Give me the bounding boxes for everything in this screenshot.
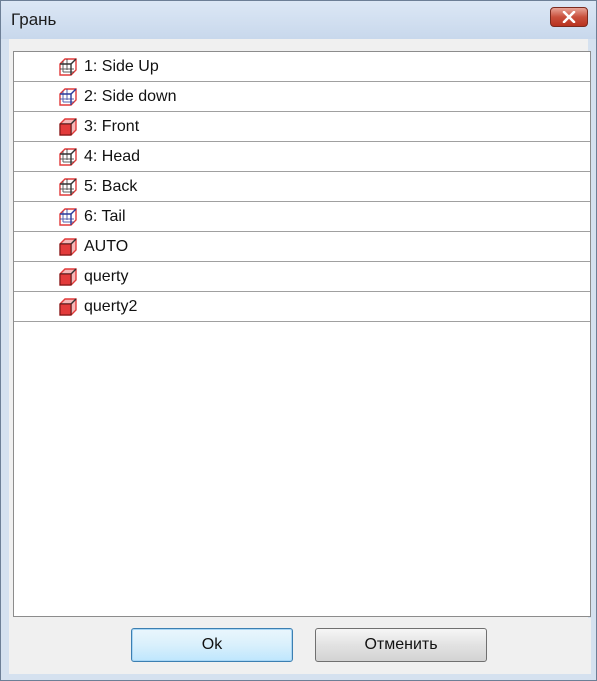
- list-item[interactable]: 2: Side down: [14, 82, 590, 112]
- cube-head-icon: [58, 147, 78, 167]
- cancel-button[interactable]: Отменить: [315, 628, 487, 662]
- list-item-label: 6: Tail: [84, 207, 126, 225]
- close-icon: [562, 11, 576, 23]
- cube-auto-icon: [58, 297, 78, 317]
- cube-front-icon: [58, 117, 78, 137]
- list-item[interactable]: 5: Back: [14, 172, 590, 202]
- list-item[interactable]: 4: Head: [14, 142, 590, 172]
- list-item[interactable]: 6: Tail: [14, 202, 590, 232]
- list-item-label: AUTO: [84, 237, 129, 255]
- list-item[interactable]: querty: [14, 262, 590, 292]
- cube-auto-icon: [58, 237, 78, 257]
- cube-auto-icon: [58, 267, 78, 287]
- cube-side-up-icon: [58, 57, 78, 77]
- list-item-label: 2: Side down: [84, 87, 177, 105]
- cube-side-down-icon: [58, 87, 78, 107]
- title-bar[interactable]: Грань: [1, 1, 596, 39]
- close-button[interactable]: [550, 7, 588, 27]
- list-item[interactable]: 1: Side Up: [14, 52, 590, 82]
- list-item-label: 5: Back: [84, 177, 138, 195]
- list-item-label: querty: [84, 267, 129, 285]
- cube-tail-icon: [58, 207, 78, 227]
- list-item[interactable]: querty2: [14, 292, 590, 322]
- dialog-window: Грань 1: Side Up 2: Side down 3: Front 4: H…: [0, 0, 597, 681]
- ok-button[interactable]: Ok: [131, 628, 293, 662]
- window-title: Грань: [11, 10, 57, 29]
- cube-back-icon: [58, 177, 78, 197]
- list-item-label: 1: Side Up: [84, 57, 159, 75]
- list-item[interactable]: 3: Front: [14, 112, 590, 142]
- list-item[interactable]: AUTO: [14, 232, 590, 262]
- list-item-label: 4: Head: [84, 147, 141, 165]
- face-list[interactable]: 1: Side Up 2: Side down 3: Front 4: Head 5: …: [13, 51, 591, 617]
- list-item-label: querty2: [84, 297, 138, 315]
- button-bar: Ok Отменить: [9, 618, 591, 674]
- list-item-label: 3: Front: [84, 117, 140, 135]
